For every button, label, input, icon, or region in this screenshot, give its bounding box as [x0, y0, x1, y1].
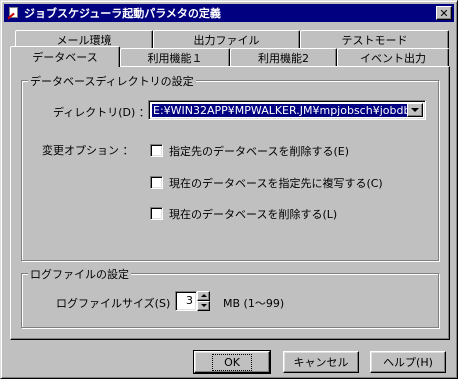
- checkbox-delete-current-db[interactable]: [150, 207, 163, 220]
- app-icon: [6, 6, 20, 20]
- option-copy-current-db-label[interactable]: 現在のデータベースを指定先に複写する(C): [169, 175, 383, 191]
- directory-label: ディレクトリ(D) ：: [53, 106, 150, 119]
- log-group-title: ログファイルの設定: [28, 266, 131, 282]
- close-button[interactable]: ✕: [436, 6, 452, 20]
- database-group-title: データベースディレクトリの設定: [28, 73, 196, 89]
- log-size-label: ログファイルサイズ(S) ：: [56, 297, 185, 310]
- log-size-input[interactable]: 3: [175, 291, 197, 311]
- tab-test-mode[interactable]: テストモード: [300, 30, 449, 48]
- log-size-unit: MB (1～99): [223, 297, 285, 310]
- tab-output-file[interactable]: 出力ファイル: [153, 30, 300, 48]
- dialog-window: ジョブスケジューラ起動パラメタの定義 ✕ メール環境 出力ファイル テストモード…: [0, 0, 458, 379]
- log-file-group: ログファイルの設定 ログファイルサイズ(S) ： 3 MB (1～99): [21, 266, 439, 328]
- directory-value: E:¥WIN32APP¥MPWALKER.JM¥mpjobsch¥jobdb: [152, 104, 412, 117]
- spin-up-icon[interactable]: [197, 291, 210, 301]
- tab-feature-1[interactable]: 利用機能１: [120, 48, 230, 66]
- title-bar[interactable]: ジョブスケジューラ起動パラメタの定義 ✕: [4, 4, 454, 22]
- option-delete-current-db-label[interactable]: 現在のデータベースを削除する(L): [169, 206, 337, 222]
- tab-event-output[interactable]: イベント出力: [337, 48, 449, 66]
- checkbox-copy-current-db[interactable]: [150, 176, 163, 189]
- tab-feature-2[interactable]: 利用機能2: [230, 48, 337, 66]
- ok-button[interactable]: OK: [193, 350, 271, 374]
- cancel-button[interactable]: キャンセル: [283, 351, 359, 373]
- spin-down-icon[interactable]: [197, 301, 210, 311]
- ok-button-label: OK: [212, 353, 252, 371]
- change-options-label: 変更オプション ：: [42, 144, 134, 157]
- directory-combobox[interactable]: E:¥WIN32APP¥MPWALKER.JM¥mpjobsch¥jobdb: [148, 100, 426, 120]
- dropdown-arrow-icon[interactable]: [407, 103, 423, 117]
- help-button[interactable]: ヘルプ(H): [370, 351, 446, 373]
- window-title: ジョブスケジューラ起動パラメタの定義: [24, 7, 221, 20]
- option-delete-target-db-label[interactable]: 指定先のデータベースを削除する(E): [169, 143, 349, 159]
- tab-database[interactable]: データベース: [10, 46, 120, 67]
- database-directory-group: データベースディレクトリの設定 ディレクトリ(D) ： E:¥WIN32APP¥…: [21, 73, 439, 261]
- tab-panel-database: データベースディレクトリの設定 ディレクトリ(D) ： E:¥WIN32APP¥…: [10, 66, 450, 340]
- checkbox-delete-target-db[interactable]: [150, 144, 163, 157]
